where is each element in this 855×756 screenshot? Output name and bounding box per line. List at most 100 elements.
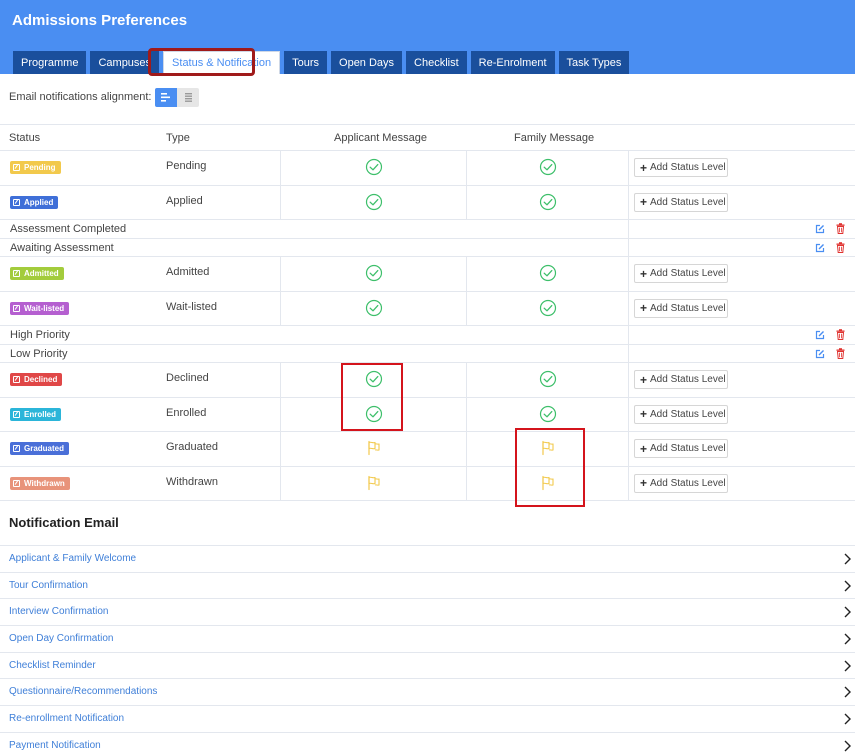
column-divider [466,291,467,325]
column-divider [466,363,467,397]
check-circle-icon [539,193,557,210]
column-divider [628,397,629,431]
notification-label: Tour Confirmation [9,579,88,591]
check-circle-icon [539,299,557,316]
check-circle-icon [365,193,383,210]
column-divider [628,220,629,238]
edit-icon[interactable] [815,330,825,340]
edit-icon[interactable] [815,349,825,359]
status-type: Applied [166,194,203,207]
notification-tour-confirmation[interactable]: Tour Confirmation [0,571,855,599]
add-status-level-button[interactable]: + Add Status Level [634,370,728,389]
align-justify-button[interactable] [177,87,200,107]
flag-icon [368,475,380,490]
notification-email-title: Notification Email [9,515,119,530]
column-divider [280,363,281,397]
add-status-level-button[interactable]: + Add Status Level [634,404,728,424]
tab-tours[interactable]: Tours [284,51,328,74]
edit-badge-icon [13,304,20,312]
chevron-right-icon [844,713,851,725]
tab-programme[interactable]: Programme [13,51,87,74]
column-divider [628,238,629,256]
column-divider [280,432,281,466]
check-circle-icon [539,264,557,282]
chevron-right-icon [844,633,851,645]
chevron-right-icon [844,606,851,618]
column-divider [628,151,629,185]
align-left-button[interactable] [155,87,178,107]
tab-status-and-notification[interactable]: Status & Notification [163,51,281,74]
edit-icon[interactable] [815,243,825,253]
status-badge[interactable]: Wait-listed [10,301,70,315]
column-divider [466,432,467,466]
status-badge[interactable]: Graduated [10,442,70,455]
edit-badge-icon [13,410,20,418]
check-circle-icon [539,405,557,422]
add-status-level-button[interactable]: + Add Status Level [634,192,728,212]
status-level-row-high-priority: High Priority [0,326,855,345]
trash-icon[interactable] [836,241,845,253]
check-circle-icon [365,299,383,316]
add-status-level-button[interactable]: + Add Status Level [634,298,728,318]
add-status-level-button[interactable]: + Add Status Level [634,264,728,283]
notification-label: Re-enrollment Notification [9,713,125,725]
tab-checklist[interactable]: Checklist [406,51,467,74]
column-divider [628,291,629,325]
add-status-level-button[interactable]: + Add Status Level [634,473,728,493]
chevron-right-icon [844,660,851,672]
status-badge[interactable]: Applied [10,195,59,209]
column-divider [280,291,281,325]
status-level-label: Low Priority [10,347,68,360]
chevron-right-icon [844,686,851,698]
column-divider [628,185,629,219]
trash-icon[interactable] [836,347,845,359]
column-divider [280,185,281,219]
trash-icon[interactable] [836,223,845,234]
notification-questionnaire-recommendations[interactable]: Questionnaire/Recommendations [0,678,855,705]
tab-bar: Programme Campuses Status & Notification To… [13,51,633,74]
header-bar: Admissions Preferences Programme Campuses… [0,0,855,74]
status-badge-label: Graduated [24,444,65,453]
edit-icon[interactable] [815,224,825,234]
status-badge[interactable]: Admitted [10,267,64,280]
status-row-declined: Declined Declined + Add Status Level [0,363,855,398]
status-badge[interactable]: Withdrawn [10,476,70,490]
notification-label: Applicant & Family Welcome [9,553,137,564]
check-circle-icon [365,405,383,422]
add-status-level-button[interactable]: + Add Status Level [634,158,728,177]
notification-re-enrollment-notification[interactable]: Re-enrollment Notification [0,705,855,732]
trash-icon[interactable] [836,329,845,340]
plus-icon: + [640,301,648,315]
add-status-level-button[interactable]: + Add Status Level [634,439,728,458]
notification-applicant-and-family-welcome[interactable]: Applicant & Family Welcome [0,545,855,572]
align-left-icon [161,92,171,102]
plus-icon: + [640,195,648,209]
check-circle-icon [365,158,383,176]
notification-label: Payment Notification [9,739,101,751]
notification-interview-confirmation[interactable]: Interview Confirmation [0,598,855,625]
status-type: Declined [166,372,209,384]
page-title: Admissions Preferences [12,12,188,29]
status-badge-label: Pending [24,163,56,172]
notification-payment-notification[interactable]: Payment Notification [0,731,855,756]
add-status-level-label: Add Status Level [650,268,726,279]
status-level-label: Awaiting Assessment [10,241,114,254]
column-divider [280,466,281,500]
status-badge[interactable]: Pending [10,161,61,174]
check-circle-icon [365,264,383,282]
notification-open-day-confirmation[interactable]: Open Day Confirmation [0,625,855,652]
tab-task-types[interactable]: Task Types [558,51,630,74]
chevron-right-icon [844,740,851,752]
alignment-label: Email notifications alignment: [9,91,152,103]
status-badge[interactable]: Declined [10,373,63,386]
tab-re-enrolment[interactable]: Re-Enrolment [470,51,555,74]
status-badge[interactable]: Enrolled [10,407,62,421]
status-type: Enrolled [166,406,207,419]
column-divider [628,326,629,344]
status-row-withdrawn: Withdrawn Withdrawn + Add Status Level [0,466,855,501]
tab-campuses[interactable]: Campuses [90,51,160,74]
tab-open-days[interactable]: Open Days [331,51,403,74]
status-row-wait-listed: Wait-listed Wait-listed + Add Status Level [0,291,855,326]
notification-checklist-reminder[interactable]: Checklist Reminder [0,651,855,679]
status-row-enrolled: Enrolled Enrolled + Add Status Level [0,397,855,432]
